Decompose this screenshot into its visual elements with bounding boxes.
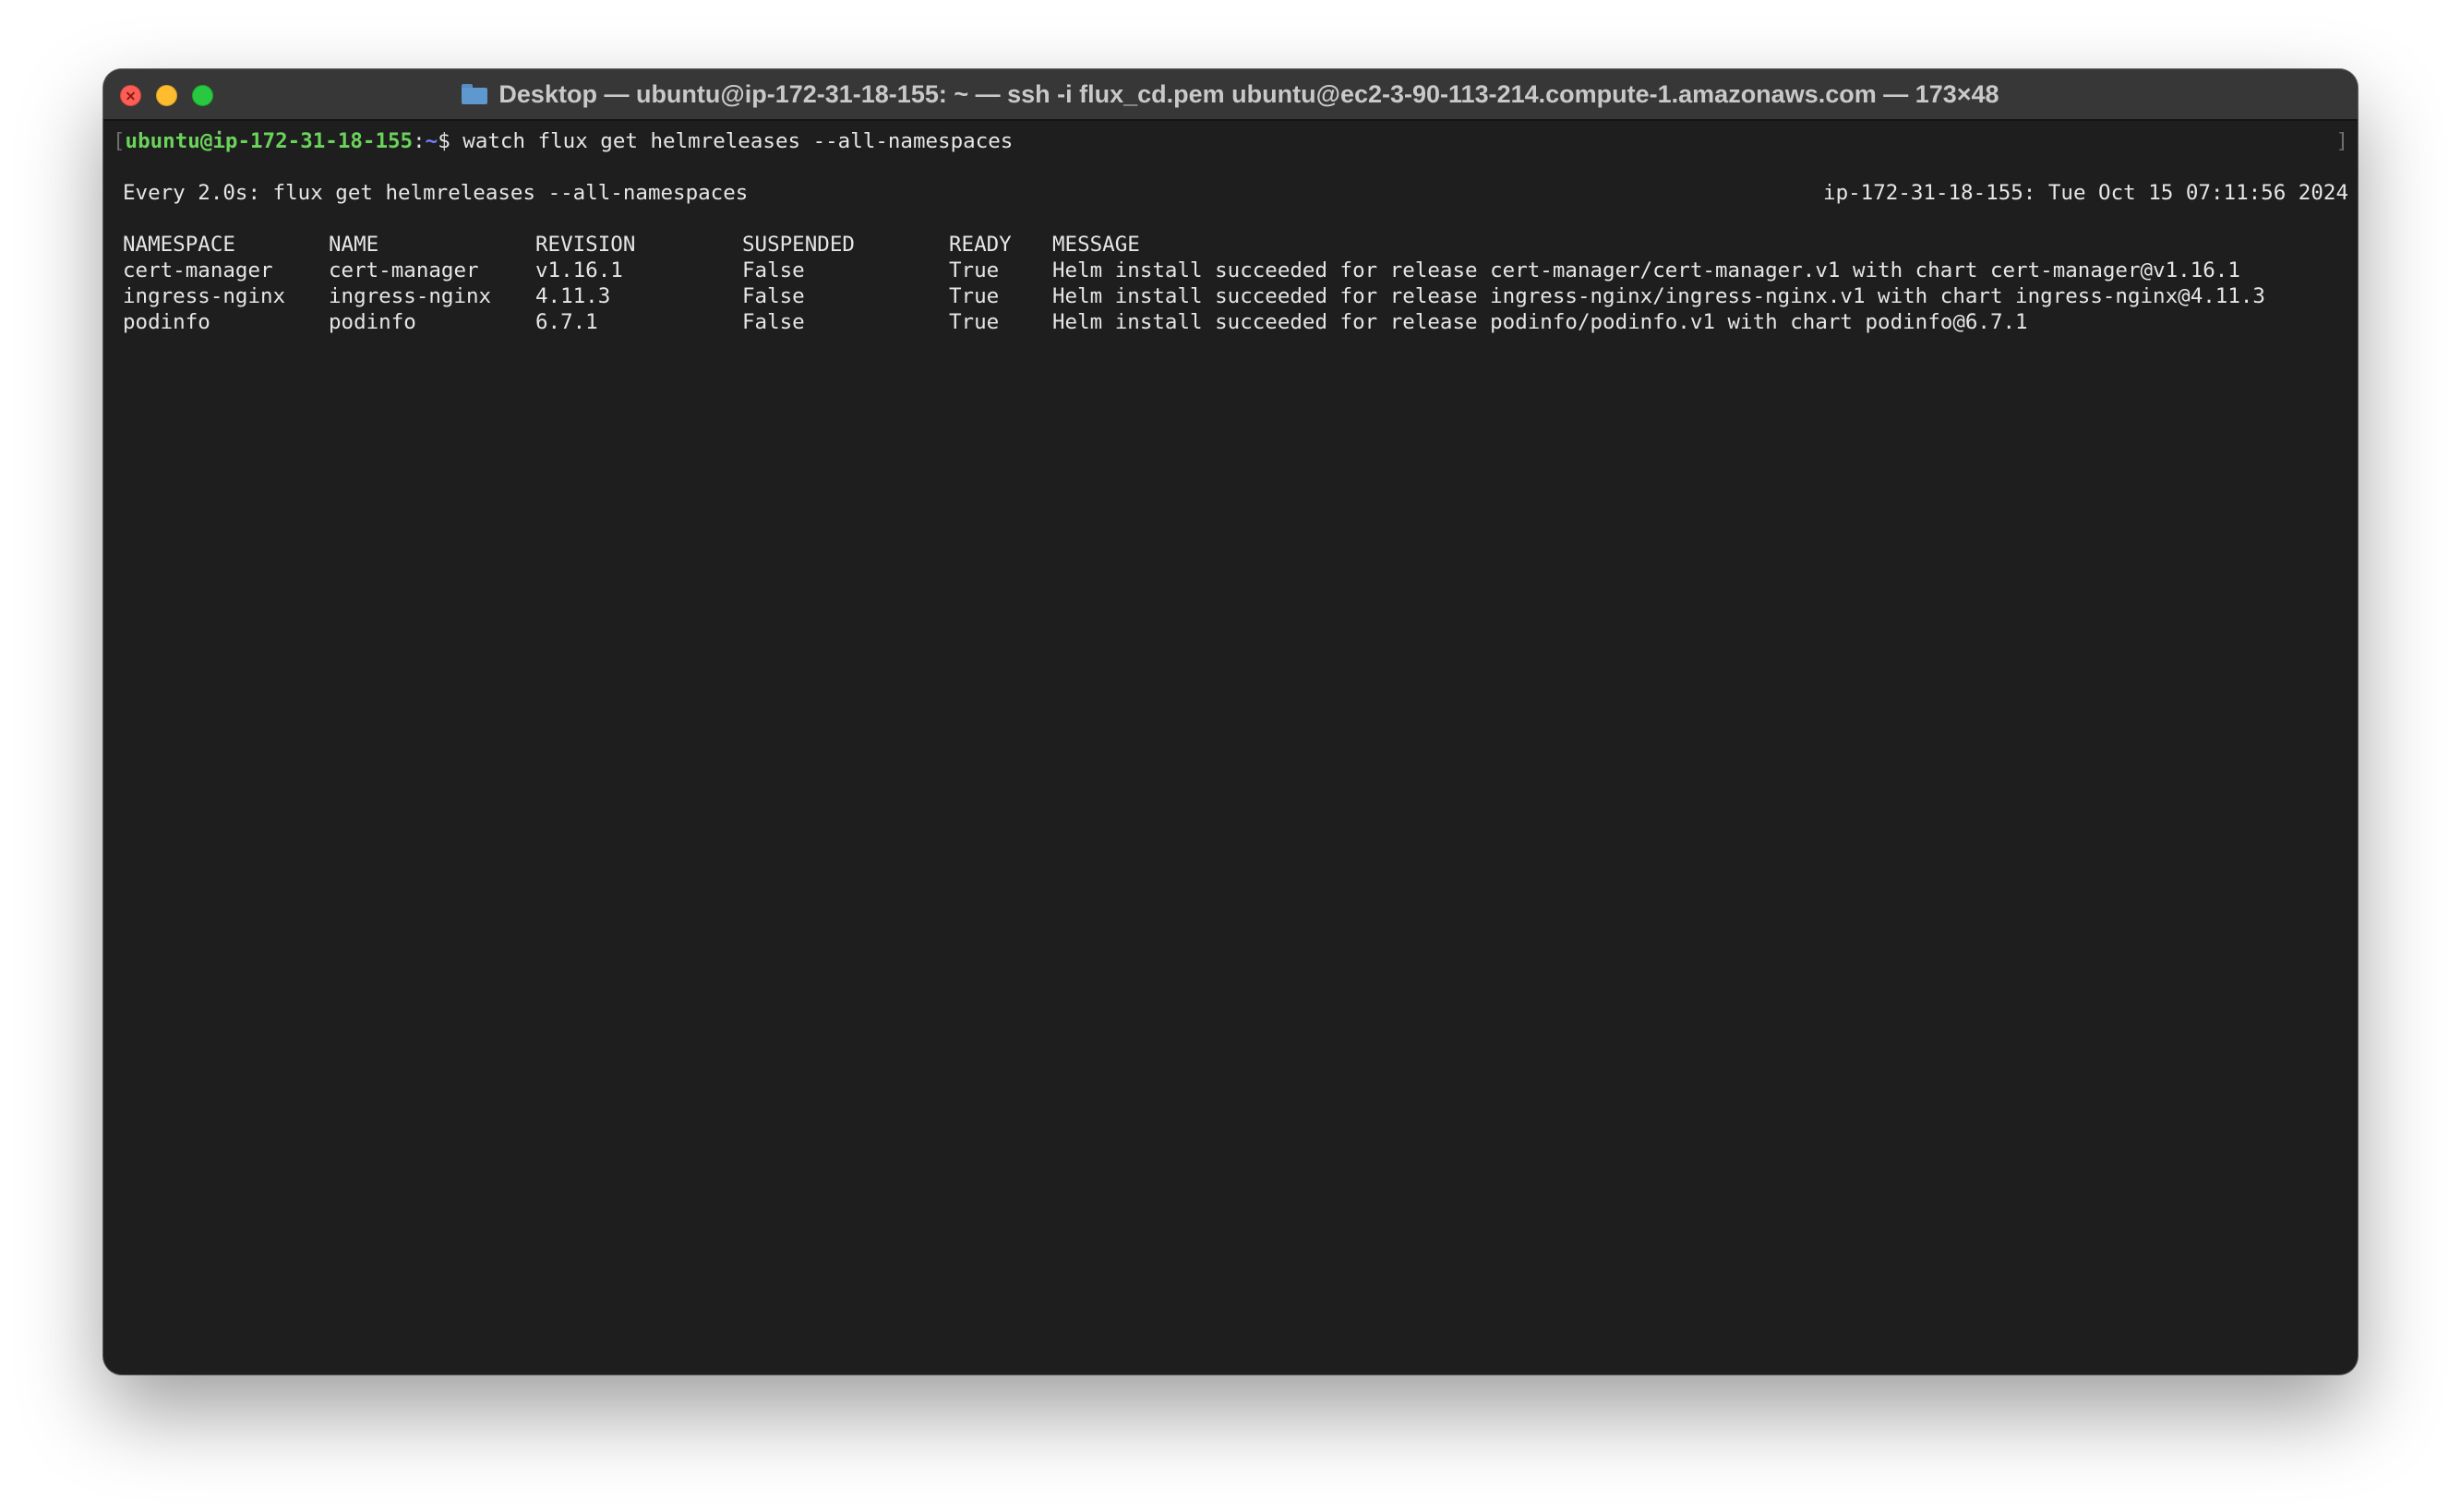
cell-suspended: False (742, 310, 805, 334)
column-header-revision: REVISION (535, 233, 636, 257)
watch-header: Every 2.0s: flux get helmreleases --all-… (113, 180, 2348, 206)
table-header-row: NAMESPACE NAME REVISION SUSPENDED READY … (113, 232, 2348, 258)
cell-ready: True (949, 258, 1000, 282)
cell-ready: True (949, 310, 1000, 334)
cell-message: Helm install succeeded for release podin… (1052, 310, 2028, 334)
window-title-container: Desktop — ubuntu@ip-172-31-18-155: ~ — s… (103, 69, 2358, 119)
cell-namespace: podinfo (123, 310, 210, 334)
prompt-command: watch flux get helmreleases --all-namesp… (462, 129, 1014, 153)
cell-ready: True (949, 284, 1000, 308)
table-row: ingress-nginx ingress-nginx 4.11.3 False… (113, 283, 2348, 309)
prompt-path: ~ (425, 129, 438, 153)
watch-command-info: Every 2.0s: flux get helmreleases --all-… (123, 181, 749, 205)
cell-namespace: ingress-nginx (123, 284, 286, 308)
prompt-separator: : (413, 129, 426, 153)
cell-name: podinfo (329, 310, 416, 334)
column-header-ready: READY (949, 233, 1012, 257)
cell-suspended: False (742, 284, 805, 308)
title-bar[interactable]: Desktop — ubuntu@ip-172-31-18-155: ~ — s… (103, 69, 2358, 121)
cell-name: cert-manager (329, 258, 479, 282)
column-header-name: NAME (329, 233, 379, 257)
terminal-window: Desktop — ubuntu@ip-172-31-18-155: ~ — s… (103, 69, 2358, 1374)
cell-revision: v1.16.1 (535, 258, 623, 282)
column-header-namespace: NAMESPACE (123, 233, 235, 257)
table-row: cert-manager cert-manager v1.16.1 False … (113, 258, 2348, 283)
watch-host-timestamp: ip-172-31-18-155: Tue Oct 15 07:11:56 20… (1823, 181, 2348, 205)
folder-icon (462, 84, 488, 104)
cell-revision: 4.11.3 (535, 284, 611, 308)
prompt-close-bracket: ] (2335, 129, 2348, 153)
prompt-user-host: ubuntu@ip-172-31-18-155 (125, 129, 414, 153)
cell-message: Helm install succeeded for release ingre… (1052, 284, 2265, 308)
table-row: podinfo podinfo 6.7.1 False True Helm in… (113, 309, 2348, 335)
column-header-message: MESSAGE (1052, 233, 1140, 257)
prompt-open-bracket: [ (113, 129, 126, 153)
prompt-symbol: $ (438, 129, 450, 153)
cell-revision: 6.7.1 (535, 310, 598, 334)
cell-message: Helm install succeeded for release cert-… (1052, 258, 2240, 282)
column-header-suspended: SUSPENDED (742, 233, 855, 257)
cell-suspended: False (742, 258, 805, 282)
prompt-line: [ubuntu@ip-172-31-18-155:~$ watch flux g… (113, 128, 2348, 154)
cell-name: ingress-nginx (329, 284, 492, 308)
window-title: Desktop — ubuntu@ip-172-31-18-155: ~ — s… (498, 79, 1999, 108)
cell-namespace: cert-manager (123, 258, 273, 282)
terminal-content[interactable]: [ubuntu@ip-172-31-18-155:~$ watch flux g… (113, 121, 2348, 1374)
